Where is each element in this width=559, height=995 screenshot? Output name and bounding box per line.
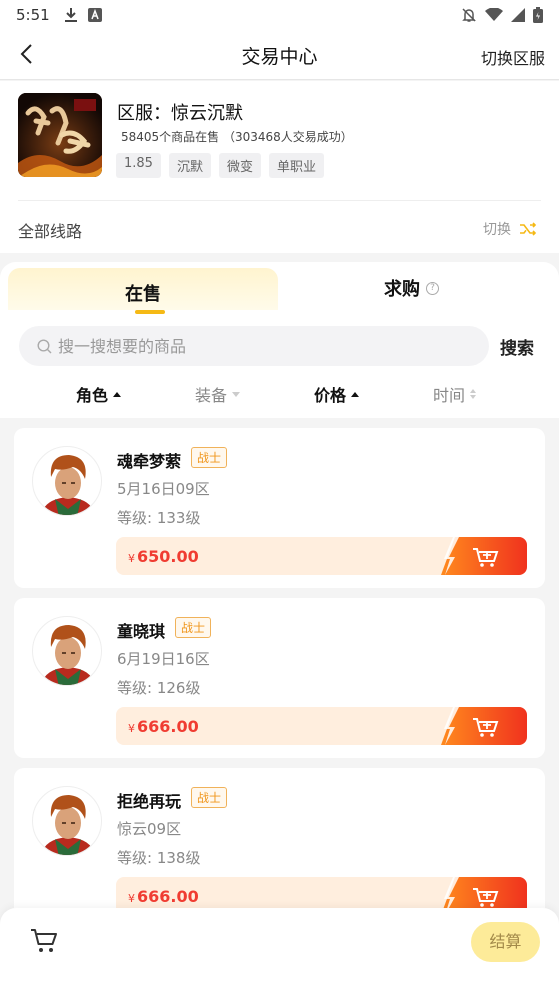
divider xyxy=(18,200,541,201)
sort-price-label: 价格 xyxy=(314,386,347,405)
add-to-cart-icon[interactable] xyxy=(441,707,527,745)
status-bar: 5:51 xyxy=(0,0,559,30)
signal-icon xyxy=(511,8,525,22)
server-tag: 沉默 xyxy=(168,153,211,178)
sort-asc-icon xyxy=(113,391,122,397)
server-tag: 微变 xyxy=(218,153,261,178)
item-list: 魂牵梦萦 战士 5月16日09区 等级: 133级 ¥650.00 童晓琪 战士… xyxy=(0,418,559,908)
price-bar: ¥666.00 xyxy=(116,877,527,908)
list-item[interactable]: 童晓琪 战士 6月19日16区 等级: 126级 ¥666.00 xyxy=(14,598,545,758)
sort-price[interactable]: 价格 xyxy=(314,382,360,406)
sort-role[interactable]: 角色 xyxy=(76,382,122,406)
sort-equip-label: 装备 xyxy=(195,386,228,405)
server-tag: 1.85 xyxy=(116,153,161,178)
status-time: 5:51 xyxy=(16,6,50,24)
tab-on-sale[interactable]: 在售 xyxy=(8,268,278,314)
class-badge: 战士 xyxy=(191,447,228,468)
price-bar: ¥650.00 xyxy=(116,537,527,575)
sort-toggle-icon xyxy=(470,389,477,399)
shopping-cart-icon[interactable] xyxy=(30,928,58,954)
character-name: 魂牵梦萦 xyxy=(117,452,182,471)
help-icon[interactable]: ? xyxy=(426,281,439,295)
server-tag: 单职业 xyxy=(268,153,324,178)
server-name: 区服：惊云沉默 xyxy=(117,103,243,124)
tab-wanted[interactable]: 求购 ? xyxy=(384,275,439,301)
sort-down-icon xyxy=(232,391,241,397)
search-button[interactable]: 搜索 xyxy=(500,334,534,359)
character-server: 5月16日09区 xyxy=(117,480,210,498)
character-avatar xyxy=(32,446,102,516)
download-icon xyxy=(64,8,77,22)
tab-on-sale-label: 在售 xyxy=(125,284,161,305)
sort-equip[interactable]: 装备 xyxy=(195,382,241,406)
app-a-icon xyxy=(87,8,102,22)
list-item[interactable]: 魂牵梦萦 战士 5月16日09区 等级: 133级 ¥650.00 xyxy=(14,428,545,588)
mute-bell-icon xyxy=(462,8,476,22)
character-server: 6月19日16区 xyxy=(117,650,210,668)
sort-bar: 角色 装备 价格 时间 xyxy=(0,382,559,406)
sort-time-label: 时间 xyxy=(433,386,466,405)
add-to-cart-icon[interactable] xyxy=(441,537,527,575)
currency-symbol: ¥ xyxy=(128,552,135,565)
sort-asc-icon xyxy=(351,391,360,397)
character-level: 等级: 126级 xyxy=(117,679,201,697)
search-input[interactable] xyxy=(58,336,458,356)
price-amount: 666.00 xyxy=(137,717,199,736)
price-value: ¥650.00 xyxy=(128,547,199,566)
server-card: 区服：惊云沉默 58405个商品在售 （303468人交易成功） 1.85 沉默… xyxy=(0,81,559,253)
game-logo xyxy=(18,93,102,177)
character-server: 惊云09区 xyxy=(117,820,182,838)
class-badge: 战士 xyxy=(191,787,228,808)
active-tab-indicator xyxy=(135,310,165,314)
switch-server-button[interactable]: 切换区服 xyxy=(481,45,545,69)
character-name: 拒绝再玩 xyxy=(117,792,182,811)
server-tags: 1.85 沉默 微变 单职业 xyxy=(116,153,324,178)
battery-icon xyxy=(533,7,543,23)
price-value: ¥666.00 xyxy=(128,717,199,736)
add-to-cart-icon[interactable] xyxy=(441,877,527,908)
wifi-icon xyxy=(485,8,503,21)
tab-wanted-label: 求购 xyxy=(384,279,420,300)
bottom-bar: 结算 xyxy=(0,908,559,995)
currency-symbol: ¥ xyxy=(128,722,135,735)
switch-line-label: 切换 xyxy=(483,222,511,238)
character-avatar xyxy=(32,616,102,686)
nav-bar: 交易中心 切换区服 xyxy=(0,30,559,80)
switch-line-button[interactable]: 切换 xyxy=(483,219,537,239)
price-bar: ¥666.00 xyxy=(116,707,527,745)
price-amount: 666.00 xyxy=(137,887,199,906)
class-badge: 战士 xyxy=(175,617,212,638)
search-bar xyxy=(19,326,489,366)
character-avatar xyxy=(32,786,102,856)
checkout-button[interactable]: 结算 xyxy=(471,922,540,962)
page-title: 交易中心 xyxy=(241,46,318,68)
server-stats: 58405个商品在售 （303468人交易成功） xyxy=(121,130,353,144)
currency-symbol: ¥ xyxy=(128,892,135,905)
shuffle-icon xyxy=(520,222,537,236)
character-level: 等级: 133级 xyxy=(117,509,201,527)
search-icon xyxy=(37,338,52,353)
character-level: 等级: 138级 xyxy=(117,849,201,867)
all-lines-label: 全部线路 xyxy=(18,222,83,241)
character-name: 童晓琪 xyxy=(117,622,166,641)
price-value: ¥666.00 xyxy=(128,887,199,906)
list-item[interactable]: 拒绝再玩 战士 惊云09区 等级: 138级 ¥666.00 xyxy=(14,768,545,908)
market-panel: 在售 求购 ? 搜索 角色 装备 价格 时间 xyxy=(0,262,559,418)
sort-time[interactable]: 时间 xyxy=(433,382,477,406)
price-amount: 650.00 xyxy=(137,547,199,566)
sort-role-label: 角色 xyxy=(76,386,109,405)
